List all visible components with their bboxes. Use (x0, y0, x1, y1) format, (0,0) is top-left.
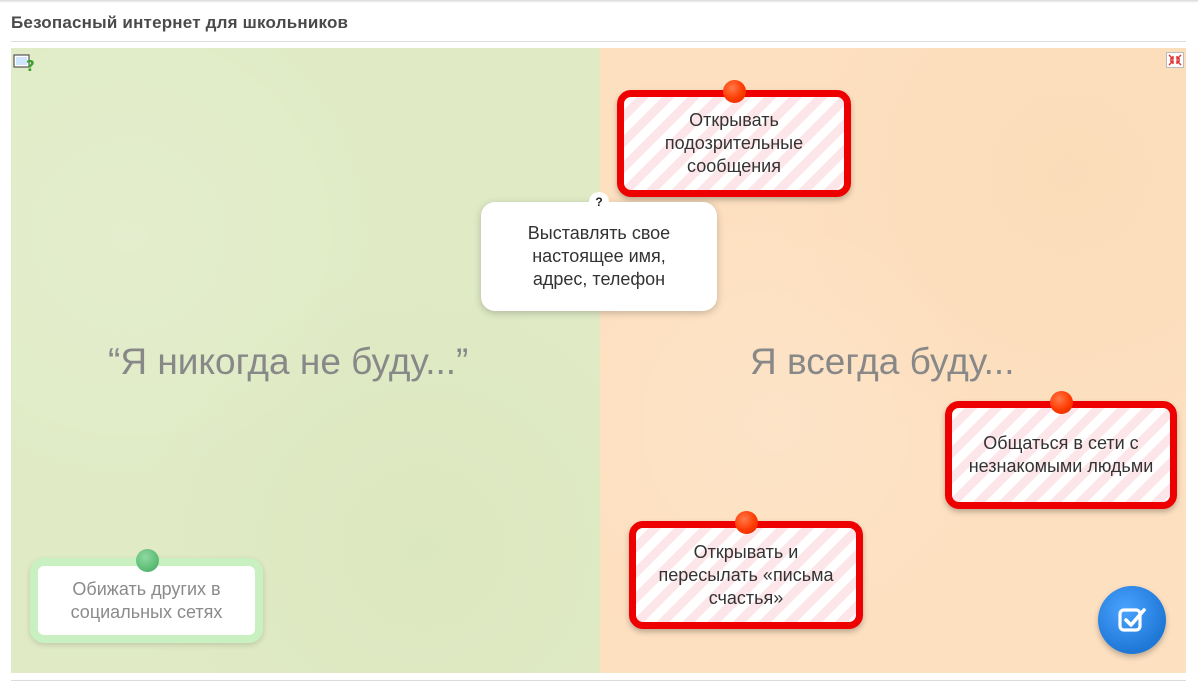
top-shadow (0, 0, 1198, 3)
card-pin (723, 80, 746, 103)
question-mark-badge: ? (589, 192, 609, 212)
title-divider (11, 41, 1186, 42)
sorting-board: “Я никогда не буду...” Я всегда буду... … (11, 48, 1186, 673)
card-real-name-address[interactable]: ? Выставлять свое настоящее имя, адрес, … (481, 192, 717, 311)
svg-text:?: ? (26, 57, 35, 73)
check-icon (1118, 608, 1146, 632)
card-strangers-online[interactable]: Общаться в сети с незнакомыми людьми (945, 391, 1177, 509)
bottom-divider (11, 680, 1186, 681)
card-pin (1050, 391, 1073, 414)
card-label: Открывать и пересылать «письма счастья» (658, 541, 834, 608)
help-question-icon[interactable]: ? (13, 53, 35, 75)
card-chain-letters[interactable]: Открывать и пересылать «письма счастья» (629, 511, 863, 629)
card-label: Обижать других в социальных сетях (70, 578, 223, 622)
card-offend-others[interactable]: Обижать других в социальных сетях (30, 549, 263, 643)
zone-always-label: Я всегда буду... (750, 341, 1015, 382)
card-label: Открывать подозрительные сообщения (664, 110, 804, 176)
card-pin (735, 511, 758, 534)
fullscreen-exit-icon[interactable] (1166, 52, 1184, 68)
card-label: Общаться в сети с незнакомыми людьми (968, 433, 1154, 476)
card-label: Выставлять свое настоящее имя, адрес, те… (527, 223, 671, 289)
zone-never-label: “Я никогда не буду...” (108, 341, 469, 382)
page-title: Безопасный интернет для школьников (11, 13, 349, 32)
card-pin (135, 549, 159, 572)
card-suspicious-messages[interactable]: Открывать подозрительные сообщения (617, 80, 851, 197)
check-answers-button[interactable] (1098, 586, 1166, 654)
